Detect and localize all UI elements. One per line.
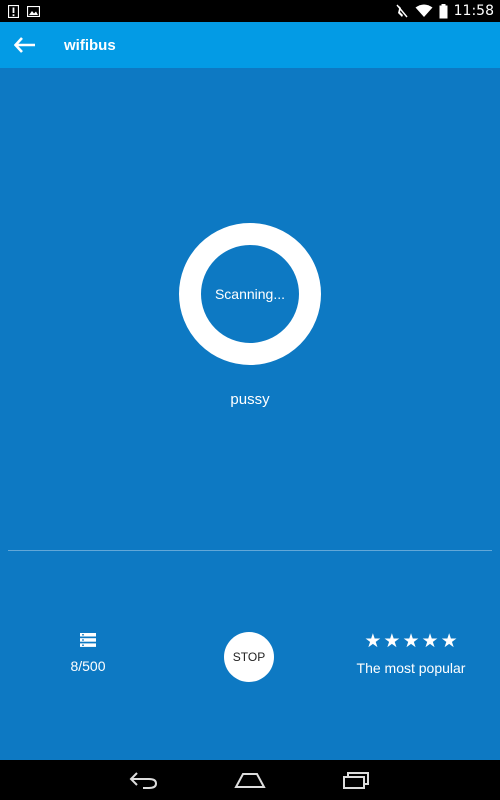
nav-home-button[interactable] — [197, 760, 303, 800]
scan-ring: Scanning... — [179, 223, 321, 365]
star-icon: ★ — [421, 630, 439, 652]
battery-icon — [439, 3, 448, 19]
network-name: pussy — [230, 391, 270, 408]
navigation-bar — [0, 760, 500, 800]
progress-count: 8/500 — [70, 658, 106, 674]
image-icon — [27, 5, 40, 17]
progress-stat: 8/500 — [38, 632, 138, 674]
nav-recents-button[interactable] — [303, 760, 409, 800]
mute-icon — [395, 4, 409, 18]
scan-panel: Scanning... pussy 8/500 STOP ★ ★ ★ ★ ★ T… — [0, 68, 500, 760]
star-icon: ★ — [383, 630, 401, 652]
status-right: 11:58 — [395, 3, 500, 19]
star-icon: ★ — [440, 630, 458, 652]
status-left — [0, 4, 40, 18]
popular-label: The most popular — [356, 660, 466, 676]
home-icon — [234, 772, 266, 788]
scan-status-text: Scanning... — [214, 286, 286, 302]
stop-button[interactable]: STOP — [224, 632, 274, 682]
nav-back-button[interactable] — [91, 760, 197, 800]
status-bar: 11:58 — [0, 0, 500, 22]
app-title: wifibus — [64, 36, 116, 54]
star-icon: ★ — [364, 630, 382, 652]
back-icon — [129, 771, 159, 789]
recents-icon — [341, 771, 371, 789]
back-button[interactable] — [2, 22, 48, 68]
rating-stars: ★ ★ ★ ★ ★ — [364, 631, 457, 651]
divider — [8, 550, 492, 551]
wifi-icon — [415, 4, 433, 18]
star-icon: ★ — [402, 630, 420, 652]
server-list-icon — [79, 632, 97, 648]
arrow-left-icon — [14, 37, 36, 53]
rating-stat: ★ ★ ★ ★ ★ The most popular — [340, 631, 482, 676]
clock: 11:58 — [453, 3, 494, 19]
app-bar: wifibus — [0, 22, 500, 68]
alert-icon — [8, 4, 19, 18]
